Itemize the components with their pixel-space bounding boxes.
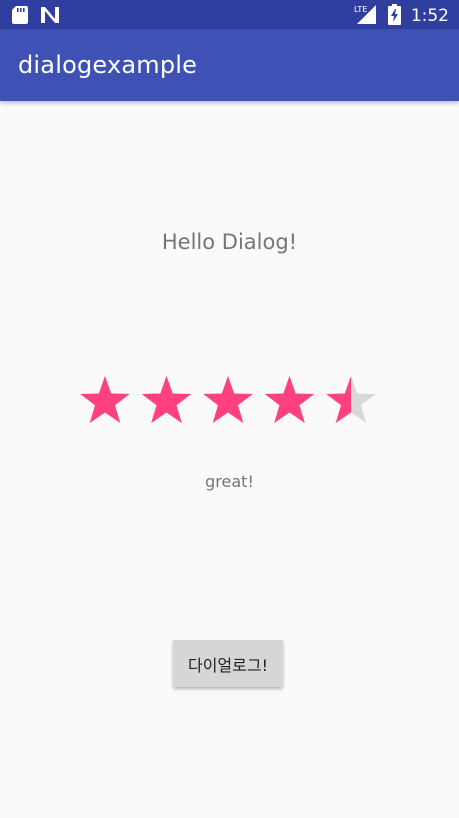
star-filled-icon (80, 376, 130, 424)
hello-text: Hello Dialog! (161, 230, 298, 254)
rating-star-2[interactable] (141, 376, 192, 424)
open-dialog-button[interactable]: 다이얼로그! (173, 640, 283, 687)
rating-star-5[interactable] (326, 376, 376, 424)
rating-star-4[interactable] (264, 376, 315, 424)
svg-text:LTE: LTE (354, 5, 367, 14)
rating-bar[interactable] (78, 373, 388, 429)
lte-signal-icon: LTE (354, 3, 378, 29)
rating-feedback-text: great! (205, 472, 254, 491)
sd-card-icon (12, 6, 28, 28)
app-bar: dialogexample (0, 29, 459, 101)
star-filled-icon (141, 376, 192, 424)
battery-charging-icon (387, 3, 401, 29)
star-filled-icon (264, 376, 315, 424)
n-notification-icon (40, 6, 60, 28)
status-bar: LTE 1:52 (0, 0, 459, 29)
star-filled-icon (203, 376, 253, 424)
app-title: dialogexample (18, 51, 198, 79)
status-time: 1:52 (410, 6, 449, 26)
rating-star-3[interactable] (203, 376, 253, 424)
rating-star-1[interactable] (80, 376, 130, 424)
